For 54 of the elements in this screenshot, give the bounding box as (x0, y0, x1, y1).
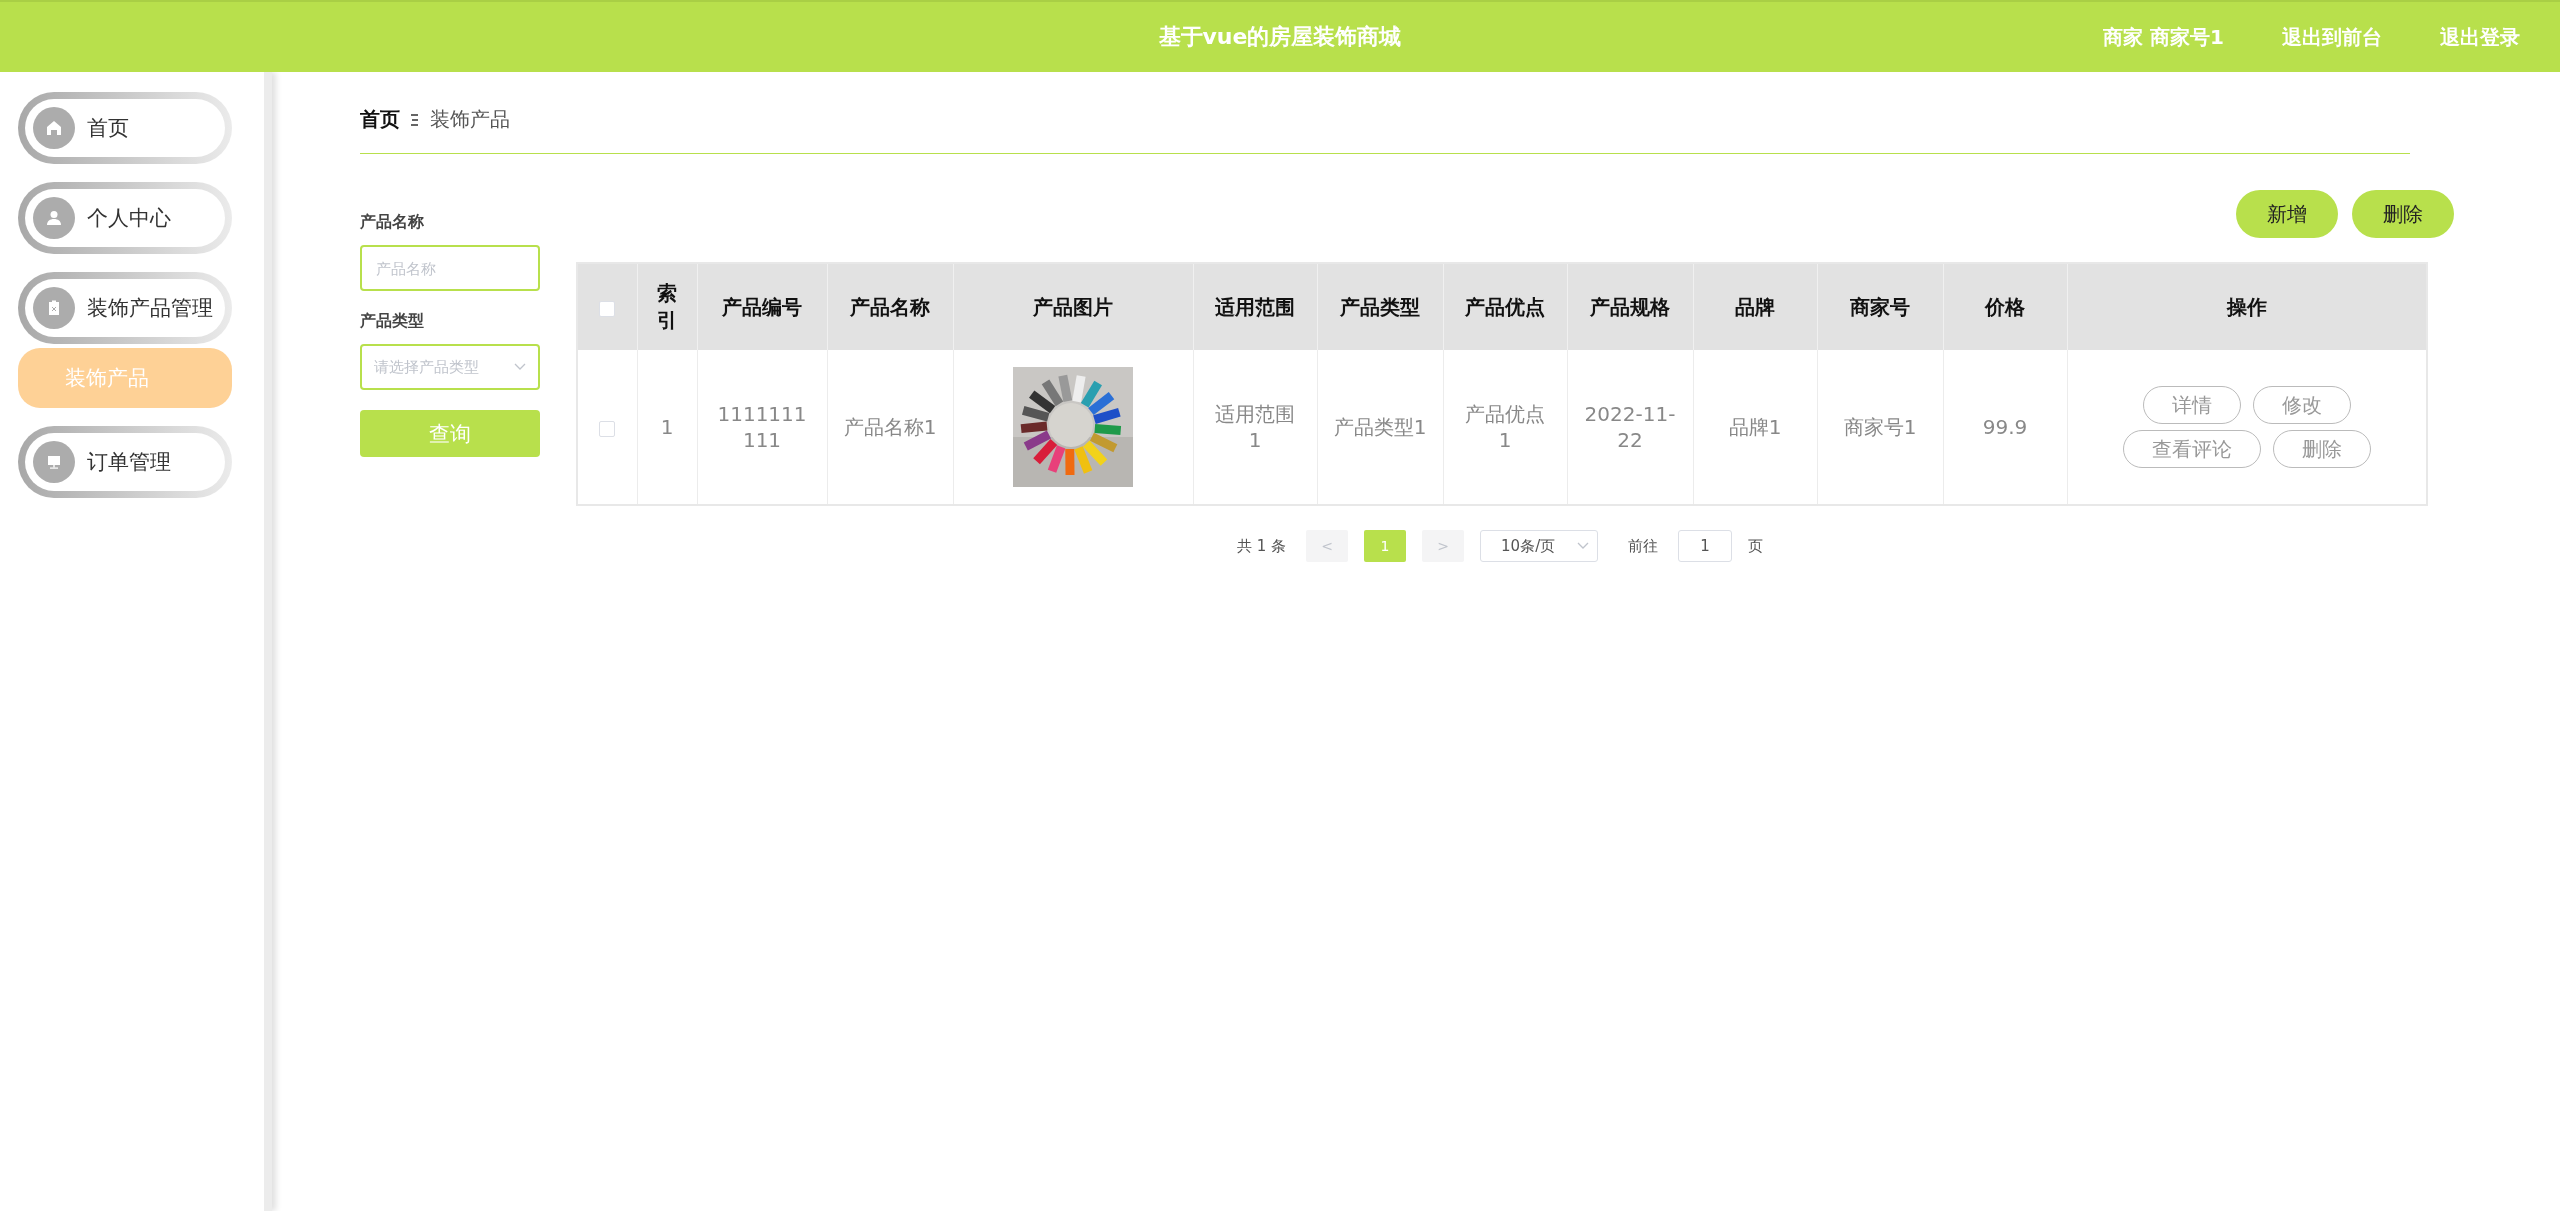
separator-icon (410, 112, 420, 127)
page-button[interactable]: 1 (1364, 530, 1407, 562)
add-button[interactable]: 新增 (2236, 190, 2338, 238)
chevron-down-icon (514, 363, 526, 371)
table-cell: 2022-11-22 (1567, 350, 1693, 505)
row-action-button[interactable]: 查看评论 (2122, 430, 2261, 468)
row-checkbox[interactable] (599, 420, 616, 437)
field-label: 产品名称 (360, 212, 425, 233)
table-cell: 99.9 (1943, 350, 2067, 505)
column-header: 产品优点 (1443, 263, 1567, 350)
home-icon (44, 118, 64, 138)
column-header: 产品类型 (1317, 263, 1443, 350)
column-header: 品牌 (1693, 263, 1817, 350)
goto-label: 前往 (1628, 536, 1659, 556)
prev-page-button[interactable]: < (1306, 530, 1349, 562)
header-link[interactable]: 退出登录 (2440, 23, 2520, 51)
search-button[interactable]: 查询 (360, 410, 540, 457)
name-field[interactable]: 产品名称 (360, 245, 540, 291)
table-cell: 品牌1 (1693, 350, 1817, 505)
breadcrumb-item: 装饰产品 (430, 106, 510, 133)
column-header: 操作 (2067, 263, 2427, 350)
table-cell: 产品名称1 (827, 350, 953, 505)
column-header: 产品编号 (697, 263, 827, 350)
page-size-select[interactable]: 10条/页 (1480, 530, 1599, 562)
breadcrumb-item[interactable]: 首页 (360, 106, 400, 133)
column-header: 适用范围 (1193, 263, 1317, 350)
total-count: 共 1 条 (1236, 536, 1287, 556)
column-header: 索引 (637, 263, 697, 350)
table-cell: 适用范围1 (1193, 350, 1317, 505)
table-cell: 1 (637, 350, 697, 505)
table-cell: 商家号1 (1817, 350, 1943, 505)
page-number-field[interactable]: 1 (1678, 530, 1733, 562)
select-all-checkbox[interactable] (599, 300, 616, 317)
column-header: 产品图片 (953, 263, 1193, 350)
header-link[interactable]: 退出到前台 (2282, 23, 2382, 51)
field-label: 产品类型 (360, 311, 425, 332)
column-header: 产品规格 (1567, 263, 1693, 350)
column-header: 价格 (1943, 263, 2067, 350)
next-page-button[interactable]: > (1422, 530, 1465, 562)
site-title: 基于vue的房屋装饰商城 (1158, 23, 1402, 51)
column-header: 产品名称 (827, 263, 953, 350)
column-header: 商家号 (1817, 263, 1943, 350)
user-icon (44, 208, 64, 228)
row-action-button[interactable]: 详情 (2142, 386, 2241, 424)
delete-button[interactable]: 删除 (2352, 190, 2454, 238)
table-cell: 1111111111 (697, 350, 827, 505)
page-suffix: 页 (1748, 536, 1764, 556)
user-label: 商家 商家号1 (2103, 23, 2224, 51)
type-select[interactable]: 请选择产品类型 (360, 344, 540, 390)
row-action-button[interactable]: 删除 (2272, 430, 2371, 468)
table-cell: 产品优点1 (1443, 350, 1567, 505)
table-cell: 产品类型1 (1317, 350, 1443, 505)
row-action-button[interactable]: 修改 (2252, 386, 2351, 424)
chevron-down-icon (1577, 542, 1590, 550)
